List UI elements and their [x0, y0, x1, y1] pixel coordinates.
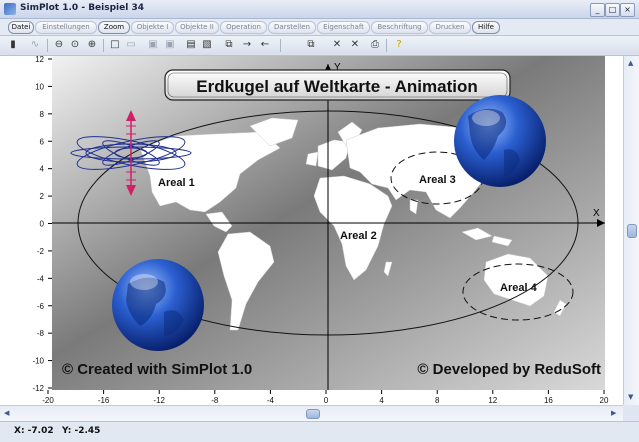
app-icon — [4, 3, 16, 15]
y-tick-label: 8 — [40, 110, 45, 119]
zoom-out-icon[interactable]: ⊖ — [52, 38, 66, 52]
plot-canvas[interactable]: X Y -20 -16 -12 -8 -4 0 4 8 12 16 20121086420-2-4-… — [0, 55, 623, 405]
vertical-scrollbar[interactable]: ▲ ▼ — [623, 56, 639, 405]
footer-right: © Developed by ReduSoft — [417, 361, 601, 378]
x-tick-label: -4 — [267, 396, 275, 405]
arrow-left-icon[interactable]: ← — [258, 38, 272, 52]
areal-2-label: Areal 2 — [340, 230, 377, 242]
x-tick-label: 4 — [379, 396, 384, 405]
range-icon[interactable]: ▭ — [124, 38, 138, 52]
x-tick-label: 0 — [324, 396, 329, 405]
globe-top-right — [454, 95, 546, 187]
help-icon[interactable]: ? — [392, 38, 406, 52]
horizontal-scroll-thumb[interactable] — [306, 409, 320, 419]
status-x-coordinate: X: -7.02 — [14, 426, 54, 436]
y-tick-label: -2 — [37, 247, 45, 256]
y-tick-label: 2 — [40, 192, 45, 201]
vertical-scroll-thumb[interactable] — [627, 224, 637, 238]
y-tick-label: -4 — [37, 274, 45, 283]
y-tick-label: -10 — [32, 357, 44, 366]
arrow-right-icon[interactable]: → — [240, 38, 254, 52]
x-tick-label: -8 — [211, 396, 219, 405]
scroll-right-icon[interactable]: ▶ — [611, 409, 616, 417]
menu-einstellungen[interactable]: Einstellungen — [35, 21, 97, 34]
menu-datei[interactable]: Datei — [8, 21, 34, 34]
delete-icon[interactable]: ✕ — [330, 38, 344, 52]
menu-beschriftung[interactable]: Beschriftung — [371, 21, 428, 34]
y-tick-label: 0 — [40, 220, 45, 229]
copy-icon[interactable]: ⧉ — [222, 38, 236, 52]
y-tick-label: -8 — [37, 329, 45, 338]
y-tick-label: 4 — [40, 165, 45, 174]
x-tick-label: -20 — [42, 396, 54, 405]
menu-bar: Datei Einstellungen Zoom Objekte I Objek… — [0, 19, 639, 36]
menu-drucken[interactable]: Drucken — [429, 21, 471, 34]
scroll-down-icon[interactable]: ▼ — [628, 393, 633, 401]
menu-hilfe[interactable]: Hilfe — [472, 21, 500, 34]
footer-left: © Created with SimPlot 1.0 — [62, 361, 252, 378]
print-icon[interactable]: ⎙ — [368, 38, 382, 52]
toolbar: ▮ ∿ ⊖ ⊙ ⊕ □ ▭ ▣ ▣ ▤ ▧ ⧉ → ← ⧉ ✕ ✕ ⎙ ? — [0, 36, 639, 56]
plot-title: Erdkugel auf Weltkarte - Animation — [196, 77, 478, 96]
rectangle-icon[interactable]: □ — [108, 38, 122, 52]
scroll-left-icon[interactable]: ◀ — [4, 409, 9, 417]
menu-zoom[interactable]: Zoom — [98, 21, 130, 34]
minimize-button[interactable]: _ — [590, 3, 605, 17]
menu-darstellen[interactable]: Darstellen — [268, 21, 316, 34]
plot-area[interactable]: X Y -20 -16 -12 -8 -4 0 4 8 12 16 20 12 10 8 6 4 2 0 -2 -4-… — [0, 55, 623, 405]
y-tick-label: -6 — [37, 302, 45, 311]
areal-4-label: Areal 4 — [500, 282, 538, 294]
calculator-icon[interactable]: ▮ — [6, 38, 20, 52]
status-bar: X: -7.02 Y: -2.45 — [0, 421, 639, 442]
x-tick-label: 16 — [544, 396, 553, 405]
close-button[interactable]: × — [620, 3, 635, 17]
grid-frame-icon[interactable]: ▣ — [163, 38, 177, 52]
x-tick-label: 8 — [435, 396, 440, 405]
y-tick-label: 10 — [35, 82, 44, 91]
x-tick-label: -16 — [98, 396, 110, 405]
scroll-up-icon[interactable]: ▲ — [628, 59, 633, 67]
image-icon[interactable]: ▧ — [200, 38, 214, 52]
horizontal-scrollbar[interactable]: ◀ ▶ — [0, 405, 623, 422]
x-tick-label: 12 — [488, 396, 497, 405]
maximize-button[interactable]: □ — [605, 3, 620, 17]
menu-eigenschaft[interactable]: Eigenschaft — [317, 21, 370, 34]
y-tick-label: 6 — [40, 137, 45, 146]
menu-objekte-2[interactable]: Objekte II — [175, 21, 219, 34]
zoom-fit-icon[interactable]: ⊙ — [68, 38, 82, 52]
y-tick-label: -12 — [32, 384, 44, 393]
menu-operation[interactable]: Operation — [220, 21, 267, 34]
curve-icon[interactable]: ∿ — [28, 38, 42, 52]
title-bar: SimPlot 1.0 - Beispiel 34 _ □ × — [0, 0, 639, 19]
pages-icon[interactable]: ⧉ — [304, 38, 318, 52]
areal-3-label: Areal 3 — [419, 174, 456, 186]
menu-objekte-1[interactable]: Objekte I — [131, 21, 174, 34]
frame-icon[interactable]: ▣ — [146, 38, 160, 52]
x-tick-label: 20 — [600, 396, 609, 405]
x-tick-label: -12 — [153, 396, 165, 405]
delete-all-icon[interactable]: ✕ — [348, 38, 362, 52]
zoom-in-icon[interactable]: ⊕ — [85, 38, 99, 52]
areal-1-label: Areal 1 — [158, 177, 195, 189]
table-icon[interactable]: ▤ — [184, 38, 198, 52]
window-title: SimPlot 1.0 - Beispiel 34 — [20, 3, 144, 13]
status-y-coordinate: Y: -2.45 — [62, 426, 101, 436]
y-tick-label: 12 — [35, 56, 44, 64]
x-axis-label: X — [593, 208, 600, 219]
globe-bottom-left — [112, 259, 204, 351]
